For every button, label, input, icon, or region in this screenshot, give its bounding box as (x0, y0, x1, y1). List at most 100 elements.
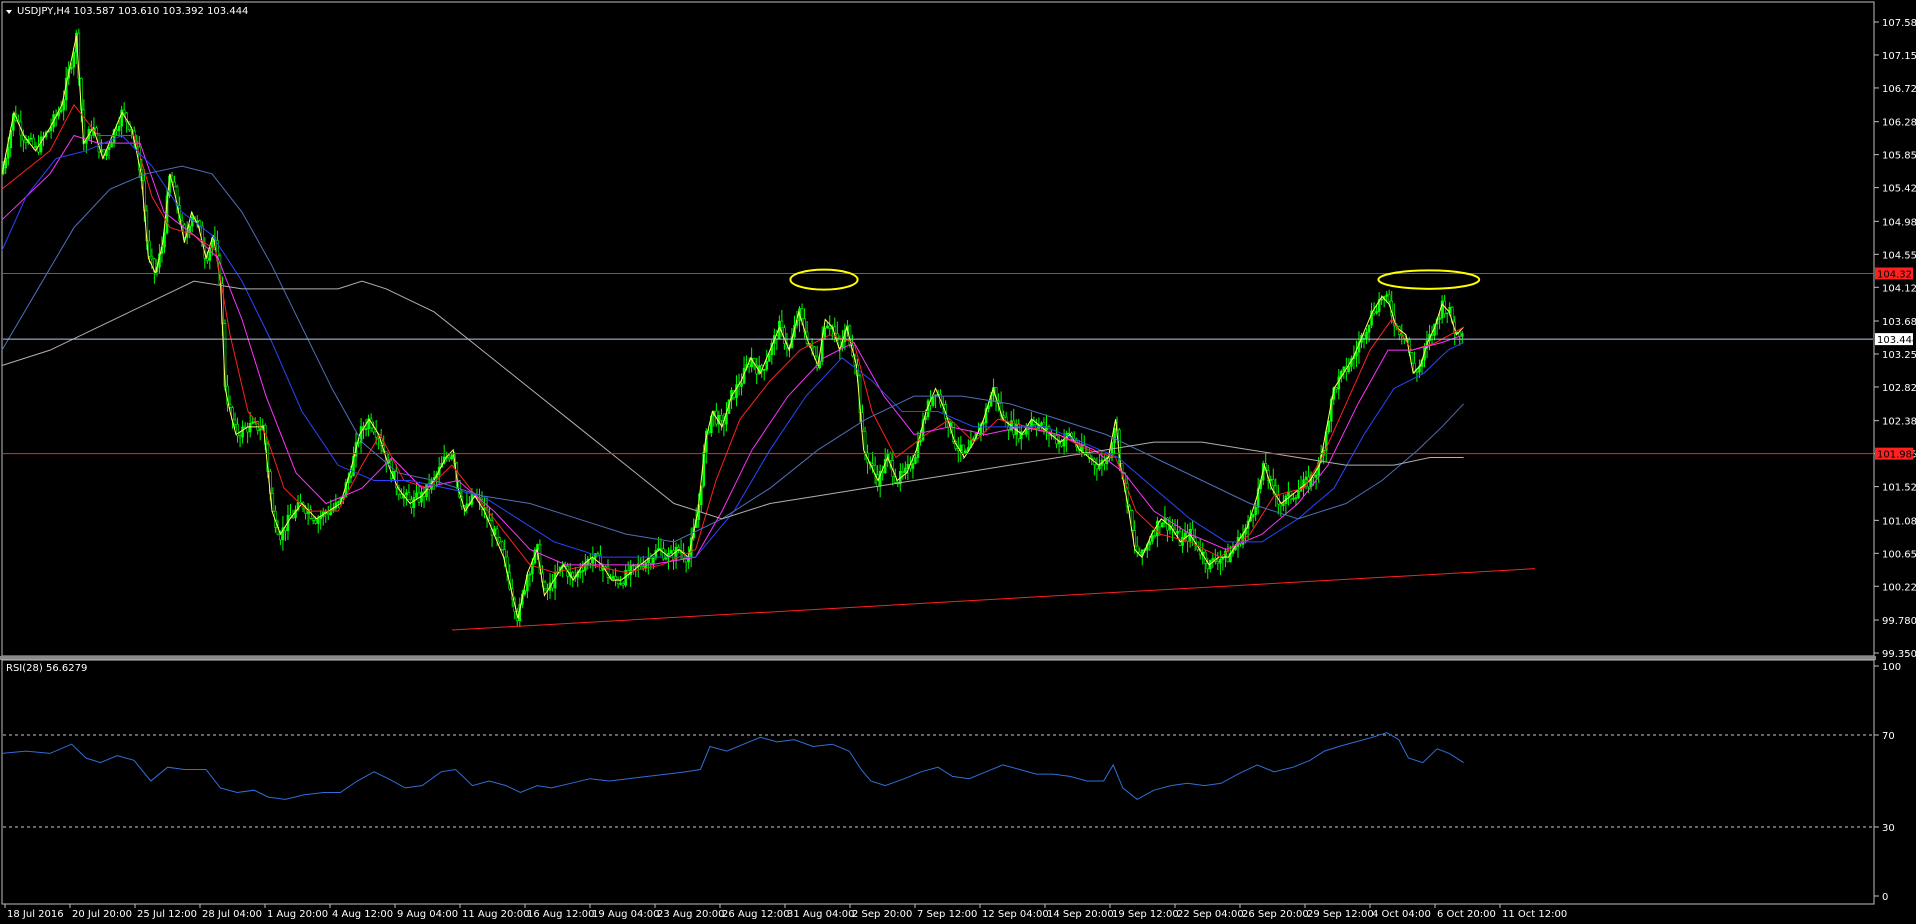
bear-candle (374, 431, 378, 438)
bull-candle (964, 450, 968, 454)
bull-candle (190, 216, 194, 227)
time-tick-label: 29 Sep 12:00 (1307, 909, 1374, 920)
bull-candle (1380, 298, 1383, 301)
current-price-label: 103.444 (1877, 335, 1916, 346)
price-tick-label: 100.650 (1882, 549, 1916, 560)
price-tick-label: 107.150 (1882, 51, 1916, 62)
price-tick-label: 106.280 (1882, 118, 1916, 129)
bear-candle (780, 320, 784, 329)
rsi-header: RSI(28) 56.6279 (6, 663, 87, 674)
bull-candle (29, 137, 33, 140)
bear-candle (888, 453, 892, 461)
bear-candle (871, 463, 874, 466)
price-tick-label: 99.350 (1882, 649, 1916, 660)
bull-candle (1254, 507, 1257, 515)
price-tick-label: 104.120 (1882, 283, 1916, 294)
bear-candle (649, 558, 653, 564)
bear-candle (1362, 334, 1366, 339)
bull-candle (1181, 537, 1184, 546)
price-tick-label: 105.850 (1882, 151, 1916, 162)
time-tick-label: 31 Aug 04:00 (787, 909, 854, 920)
bull-candle (412, 497, 416, 508)
bull-candle (1221, 557, 1225, 560)
bull-candle (248, 423, 252, 433)
bull-candle (1183, 532, 1187, 538)
bull-candle (1304, 476, 1308, 481)
bear-candle (828, 325, 832, 329)
bear-candle (1153, 535, 1157, 537)
bull-candle (1337, 376, 1341, 390)
price-tick-label: 103.250 (1882, 350, 1916, 361)
symbol-header: USDJPY,H4 103.587 103.610 103.392 103.44… (17, 6, 248, 17)
bear-candle (641, 566, 645, 569)
bull-candle (911, 463, 915, 469)
price-tick-label: 101.520 (1882, 483, 1916, 494)
bear-candle (495, 528, 499, 538)
rsi-tick-label: 100 (1882, 662, 1901, 673)
bull-candle (1211, 558, 1215, 561)
bull-candle (34, 146, 38, 148)
time-tick-label: 7 Sep 12:00 (917, 909, 977, 920)
panel-separator[interactable] (0, 656, 1876, 660)
time-tick-label: 26 Aug 12:00 (722, 909, 789, 920)
bull-candle (69, 66, 73, 70)
bull-candle (1219, 559, 1222, 564)
bull-candle (767, 354, 771, 362)
price-tick-label: 101.080 (1882, 516, 1916, 527)
bear-candle (326, 513, 330, 515)
bull-candle (405, 492, 408, 496)
bull-candle (251, 421, 254, 424)
bull-candle (765, 361, 769, 370)
bull-candle (1062, 439, 1066, 447)
price-tick-label: 104.980 (1882, 217, 1916, 228)
bear-candle (447, 456, 451, 460)
bear-candle (150, 255, 154, 260)
bear-candle (596, 553, 600, 556)
time-tick-label: 4 Aug 12:00 (332, 909, 393, 920)
bear-candle (614, 576, 617, 580)
bull-candle (919, 439, 922, 443)
bull-candle (982, 422, 985, 425)
time-tick-label: 14 Sep 20:00 (1047, 909, 1114, 920)
level-price-label: 104.321 (1877, 269, 1916, 280)
bull-candle (1294, 497, 1298, 499)
bear-candle (800, 308, 804, 319)
bull-candle (1297, 490, 1300, 498)
bear-candle (148, 240, 151, 257)
chart-canvas: 107.580 107.150 106.720 106.280 105.850 105.4… (0, 0, 1916, 924)
time-tick-label: 16 Aug 12:00 (527, 909, 594, 920)
bear-candle (1334, 387, 1338, 390)
bull-candle (1292, 498, 1295, 500)
bull-candle (1161, 522, 1164, 528)
price-tick-label: 107.580 (1882, 18, 1916, 29)
time-tick-label: 2 Sep 20:00 (852, 909, 912, 920)
bull-candle (415, 492, 418, 498)
bull-candle (72, 52, 76, 68)
bull-candle (1347, 365, 1351, 373)
bear-candle (122, 109, 126, 114)
time-tick-label: 22 Sep 04:00 (1177, 909, 1244, 920)
bull-candle (1282, 503, 1285, 507)
symbol-menu[interactable]: USDJPY,H4 103.587 103.610 103.392 103.44… (6, 6, 248, 17)
bear-candle (400, 494, 403, 499)
bear-candle (571, 572, 575, 578)
time-tick-label: 9 Aug 04:00 (397, 909, 458, 920)
bear-candle (410, 499, 413, 508)
bull-candle (578, 571, 582, 574)
bear-candle (372, 427, 375, 433)
bear-candle (500, 541, 504, 550)
bear-candle (488, 518, 491, 521)
bear-candle (206, 257, 209, 261)
bear-candle (1178, 530, 1182, 546)
time-tick-label: 19 Sep 12:00 (1112, 909, 1179, 920)
bear-candle (1271, 479, 1275, 487)
bull-candle (241, 426, 244, 438)
bull-candle (1438, 317, 1441, 320)
bull-candle (531, 562, 534, 575)
bull-candle (1440, 300, 1444, 319)
bull-candle (762, 369, 766, 371)
time-tick-label: 11 Oct 12:00 (1502, 909, 1567, 920)
price-tick-label: 100.220 (1882, 582, 1916, 593)
bear-candle (32, 137, 35, 148)
bull-candle (904, 467, 907, 473)
